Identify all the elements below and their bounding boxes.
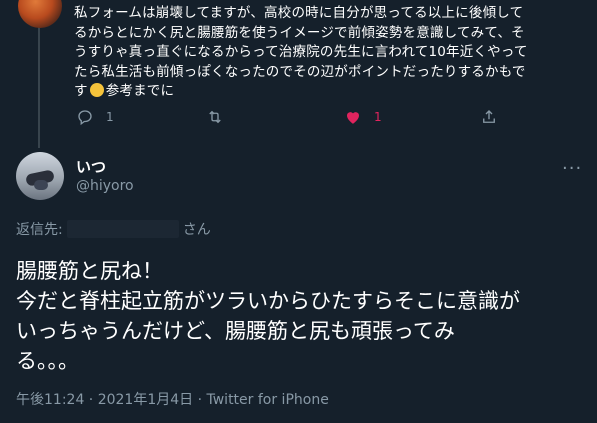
previous-tweet-line: うすりゃ真っ直ぐになるからって治療院の先生に言われて10年近くやって: [74, 44, 528, 60]
tweet-line: る。。。: [16, 349, 79, 373]
thinking-face-emoji-icon: [89, 83, 104, 97]
reply-button[interactable]: 1: [76, 108, 114, 126]
previous-tweet-text: 私フォームは崩壊してますが、高校の時に自分が思ってる以上に後傾して るからとにか…: [74, 4, 586, 102]
retweet-button[interactable]: [206, 108, 236, 126]
more-options-icon[interactable]: ···: [562, 158, 582, 179]
previous-tweet-line: す: [74, 83, 88, 99]
previous-tweet-tail: 参考までに: [105, 83, 175, 99]
reply-icon: [78, 110, 92, 126]
reply-to-suffix: さん: [182, 222, 211, 238]
avatar-figure-detail: [34, 180, 48, 190]
like-count: 1: [374, 110, 382, 124]
reply-count: 1: [106, 110, 114, 124]
tweet-metadata[interactable]: 午後11:24 · 2021年1月4日 · Twitter for iPhone: [16, 389, 329, 409]
like-button[interactable]: 1: [344, 108, 382, 126]
previous-tweet-actions: 1 1: [72, 108, 512, 132]
tweet-line: 今だと脊柱起立筋がツラいからひたすらそこに意識が: [16, 289, 520, 313]
user-handle[interactable]: @hiyoro: [76, 178, 134, 194]
user-avatar[interactable]: [16, 152, 64, 200]
heart-icon: [347, 112, 359, 124]
reply-to-prefix: 返信先:: [16, 222, 63, 238]
previous-tweet-line: 私フォームは崩壊してますが、高校の時に自分が思ってる以上に後傾して: [74, 5, 524, 21]
previous-tweet-avatar[interactable]: [18, 0, 62, 28]
display-name[interactable]: いつ: [76, 156, 106, 177]
tweet-line: 腸腰筋と尻ね！: [16, 259, 163, 283]
tweet-text: 腸腰筋と尻ね！ 今だと脊柱起立筋がツラいからひたすらそこに意識が いっちゃうんだ…: [16, 256, 581, 376]
previous-tweet-line: るからとにかく尻と腸腰筋を使うイメージで前傾姿勢を意識してみて、そ: [74, 24, 525, 41]
share-icon: [483, 110, 495, 123]
redacted-username[interactable]: [66, 220, 179, 238]
reply-to-line: 返信先: さん: [16, 219, 211, 239]
previous-tweet-line: たら私生活も前傾っぽくなったのでその辺がポイントだったりするかもで: [74, 63, 526, 80]
tweet-line: いっちゃうんだけど、腸腰筋と尻も頑張ってみ: [16, 319, 455, 343]
share-button[interactable]: [480, 108, 498, 126]
retweet-icon: [209, 110, 221, 124]
